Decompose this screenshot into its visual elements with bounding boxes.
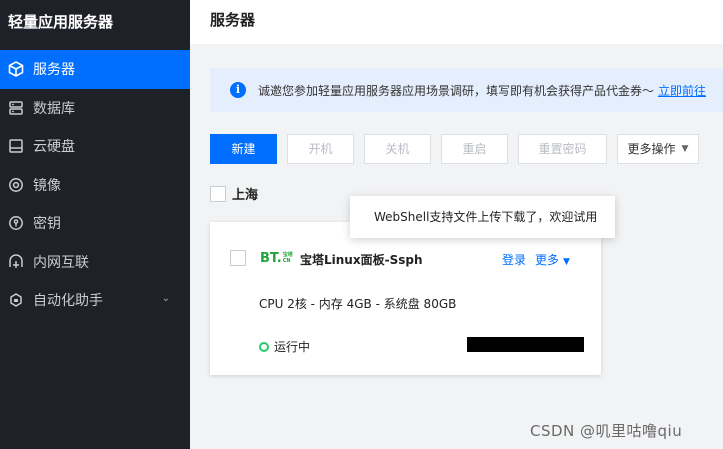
sidebar-item-database[interactable]: 数据库	[0, 89, 190, 128]
restart-button[interactable]: 重启	[441, 134, 508, 164]
status-badge: 运行中	[259, 338, 310, 355]
key-icon	[8, 215, 24, 231]
sidebar-item-network[interactable]: 内网互联	[0, 243, 190, 282]
more-actions-label: 更多操作	[627, 142, 676, 156]
region-label: 上海	[232, 188, 259, 203]
more-dropdown[interactable]: 更多 ▼	[535, 251, 570, 268]
notice-link[interactable]: 立即前往	[658, 82, 706, 99]
sidebar-item-label: 内网互联	[33, 254, 89, 271]
notice-text: 诚邀您参加轻量应用服务器应用场景调研，填写即有机会获得产品代金券～	[258, 83, 655, 98]
instance-card: BT. 宝塔 CN 宝塔Linux面板-Ssph 登录 更多 ▼ CPU 2核 - …	[210, 222, 601, 375]
login-link[interactable]: 登录	[502, 251, 526, 268]
toolbar: 新建 开机 关机 重启 重置密码 更多操作 ▼	[210, 134, 699, 164]
more-actions-dropdown[interactable]: 更多操作 ▼	[617, 134, 699, 164]
sidebar-title: 轻量应用服务器	[8, 13, 114, 31]
stop-button[interactable]: 关机	[364, 134, 431, 164]
instance-spec: CPU 2核 - 内存 4GB - 系统盘 80GB	[259, 297, 457, 311]
sidebar: 轻量应用服务器 服务器 数据库 云硬盘 镜像 密钥 内网互联 自动化助手 ⌄	[0, 0, 190, 449]
sidebar-item-server[interactable]: 服务器	[0, 50, 190, 89]
caret-down-icon: ▼	[681, 144, 689, 154]
info-icon: i	[230, 82, 246, 98]
sidebar-item-label: 镜像	[33, 177, 61, 194]
sidebar-item-label: 云硬盘	[33, 139, 75, 156]
more-label: 更多	[535, 253, 560, 267]
redacted-ip	[467, 337, 584, 352]
caret-down-icon: ▼	[563, 257, 570, 267]
sidebar-item-image[interactable]: 镜像	[0, 166, 190, 205]
notice-banner: i 诚邀您参加轻量应用服务器应用场景调研，填写即有机会获得产品代金券～ 立即前往	[210, 68, 723, 112]
robot-icon	[8, 292, 24, 308]
status-dot-icon	[259, 341, 269, 352]
instance-checkbox[interactable]	[230, 250, 246, 266]
cube-icon	[8, 61, 24, 78]
sidebar-item-disk[interactable]: 云硬盘	[0, 127, 190, 166]
create-button[interactable]: 新建	[210, 134, 277, 164]
image-icon	[8, 177, 24, 193]
sidebar-item-label: 密钥	[33, 216, 61, 233]
watermark: CSDN @叽里咕噜qiu	[530, 422, 683, 440]
sidebar-item-label: 服务器	[33, 62, 75, 79]
region-header: 上海	[210, 184, 258, 203]
sidebar-item-label: 数据库	[33, 100, 75, 117]
page-title: 服务器	[190, 0, 723, 44]
sidebar-item-key[interactable]: 密钥	[0, 204, 190, 243]
instance-name: 宝塔Linux面板-Ssph	[300, 253, 423, 267]
status-text: 运行中	[274, 340, 311, 354]
network-icon	[8, 254, 24, 270]
start-button[interactable]: 开机	[287, 134, 354, 164]
chevron-down-icon: ⌄	[161, 293, 170, 304]
sidebar-item-automation[interactable]: 自动化助手 ⌄	[0, 281, 190, 320]
bt-logo: BT. 宝塔 CN	[260, 251, 293, 266]
region-select-checkbox[interactable]	[210, 185, 226, 202]
database-icon	[8, 100, 24, 116]
sidebar-item-label: 自动化助手	[33, 293, 103, 310]
webshell-tooltip: WebShell支持文件上传下载了，欢迎试用	[350, 196, 615, 238]
reset-password-button[interactable]: 重置密码	[518, 134, 607, 164]
main-content: 服务器 i 诚邀您参加轻量应用服务器应用场景调研，填写即有机会获得产品代金券～ …	[190, 0, 723, 449]
disk-icon	[8, 138, 24, 154]
